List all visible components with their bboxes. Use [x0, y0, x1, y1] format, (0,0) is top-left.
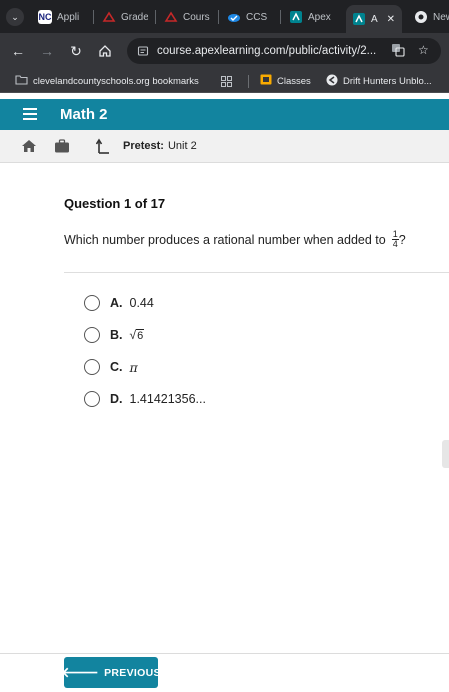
tab-separator [218, 10, 219, 24]
cloud-icon [228, 14, 240, 22]
radio-button[interactable] [84, 391, 100, 407]
address-bar[interactable]: course.apexlearning.com/public/activity/… [127, 38, 441, 64]
bookmark-drift-hunters[interactable]: Drift Hunters Unblo... [326, 73, 432, 89]
url-text: course.apexlearning.com/public/activity/… [157, 45, 377, 57]
tab-separator [155, 10, 156, 24]
nc-logo-icon: NC [38, 10, 52, 24]
menu-icon[interactable] [23, 108, 37, 120]
activity-footer: 🡐 PREVIOUS [0, 653, 449, 692]
bookmarks-bar: clevelandcountyschools.org bookmarks Cla… [0, 68, 449, 93]
square-root-six: √ 6 [129, 328, 145, 342]
answer-option-a[interactable]: A. 0.44 [84, 294, 154, 312]
course-title: Math 2 [60, 106, 108, 123]
radical-sign-icon: √ [129, 328, 137, 342]
bookmark-classes[interactable]: Classes [260, 73, 311, 89]
grade-icon [102, 11, 116, 22]
app-header: Math 2 [0, 99, 449, 130]
answer-option-c[interactable]: C. π [84, 358, 138, 376]
previous-button[interactable]: 🡐 PREVIOUS [61, 657, 160, 688]
question-divider [64, 272, 449, 273]
pretest-label: Pretest: Unit 2 [123, 140, 197, 152]
bookmark-cleveland[interactable]: clevelandcountyschools.org bookmarks [15, 73, 199, 89]
tab-appli[interactable]: NC Appli [38, 5, 84, 29]
home-icon[interactable] [21, 139, 37, 153]
up-back-arrow-icon[interactable] [96, 138, 110, 154]
apps-grid-icon[interactable] [221, 73, 232, 89]
apex-icon [290, 11, 302, 23]
arrow-left-icon: 🡐 [61, 664, 100, 680]
answer-option-d[interactable]: D. 1.41421356... [84, 390, 206, 408]
tab-search-dropdown-icon[interactable]: ⌄ [6, 8, 24, 26]
back-arrow-icon[interactable]: ← [8, 41, 28, 61]
answer-option-b[interactable]: B. √ 6 [84, 326, 145, 344]
bookmark-separator [248, 75, 249, 88]
classes-icon [260, 74, 272, 88]
close-tab-icon[interactable]: ✕ [387, 14, 395, 25]
tab-apex[interactable]: Apex [289, 5, 335, 29]
forward-arrow-icon[interactable]: → [37, 41, 57, 61]
activity-nav-bar: Pretest: Unit 2 [0, 130, 449, 163]
drift-icon [326, 74, 338, 89]
question-number: Question 1 of 17 [64, 196, 166, 211]
tab-courses[interactable]: Cours [164, 5, 210, 29]
question-text: Which number produces a rational number … [64, 229, 406, 249]
reload-icon[interactable]: ↻ [66, 41, 86, 61]
bookmark-star-icon[interactable]: ☆ [418, 43, 429, 57]
chrome-icon [415, 11, 427, 23]
browser-toolbar: ← → ↻ course.apexlearning.com/public/act… [0, 33, 449, 68]
question-panel: Question 1 of 17 Which number produces a… [0, 163, 449, 653]
radio-button[interactable] [84, 359, 100, 375]
fraction-one-fourth: 1 4 [391, 229, 399, 249]
tab-separator [93, 10, 94, 24]
tab-separator [280, 10, 281, 24]
tab-apex-active[interactable]: A ✕ [346, 5, 402, 33]
tab-ccs[interactable]: CCS [227, 5, 273, 29]
course-icon [164, 11, 178, 22]
radio-button[interactable] [84, 327, 100, 343]
tab-new[interactable]: New [414, 5, 449, 29]
apex-icon [353, 13, 365, 25]
site-info-icon[interactable] [137, 45, 149, 57]
folder-icon [15, 74, 28, 88]
side-panel-handle[interactable] [442, 440, 449, 468]
home-browser-icon[interactable] [95, 41, 115, 61]
translate-icon[interactable] [391, 43, 405, 60]
briefcase-icon[interactable] [54, 139, 70, 153]
tab-grade[interactable]: Grade [102, 5, 148, 29]
radio-button[interactable] [84, 295, 100, 311]
browser-tab-strip: ⌄ NC Appli Grade Cours CCS Apex A ✕ New [0, 0, 449, 33]
